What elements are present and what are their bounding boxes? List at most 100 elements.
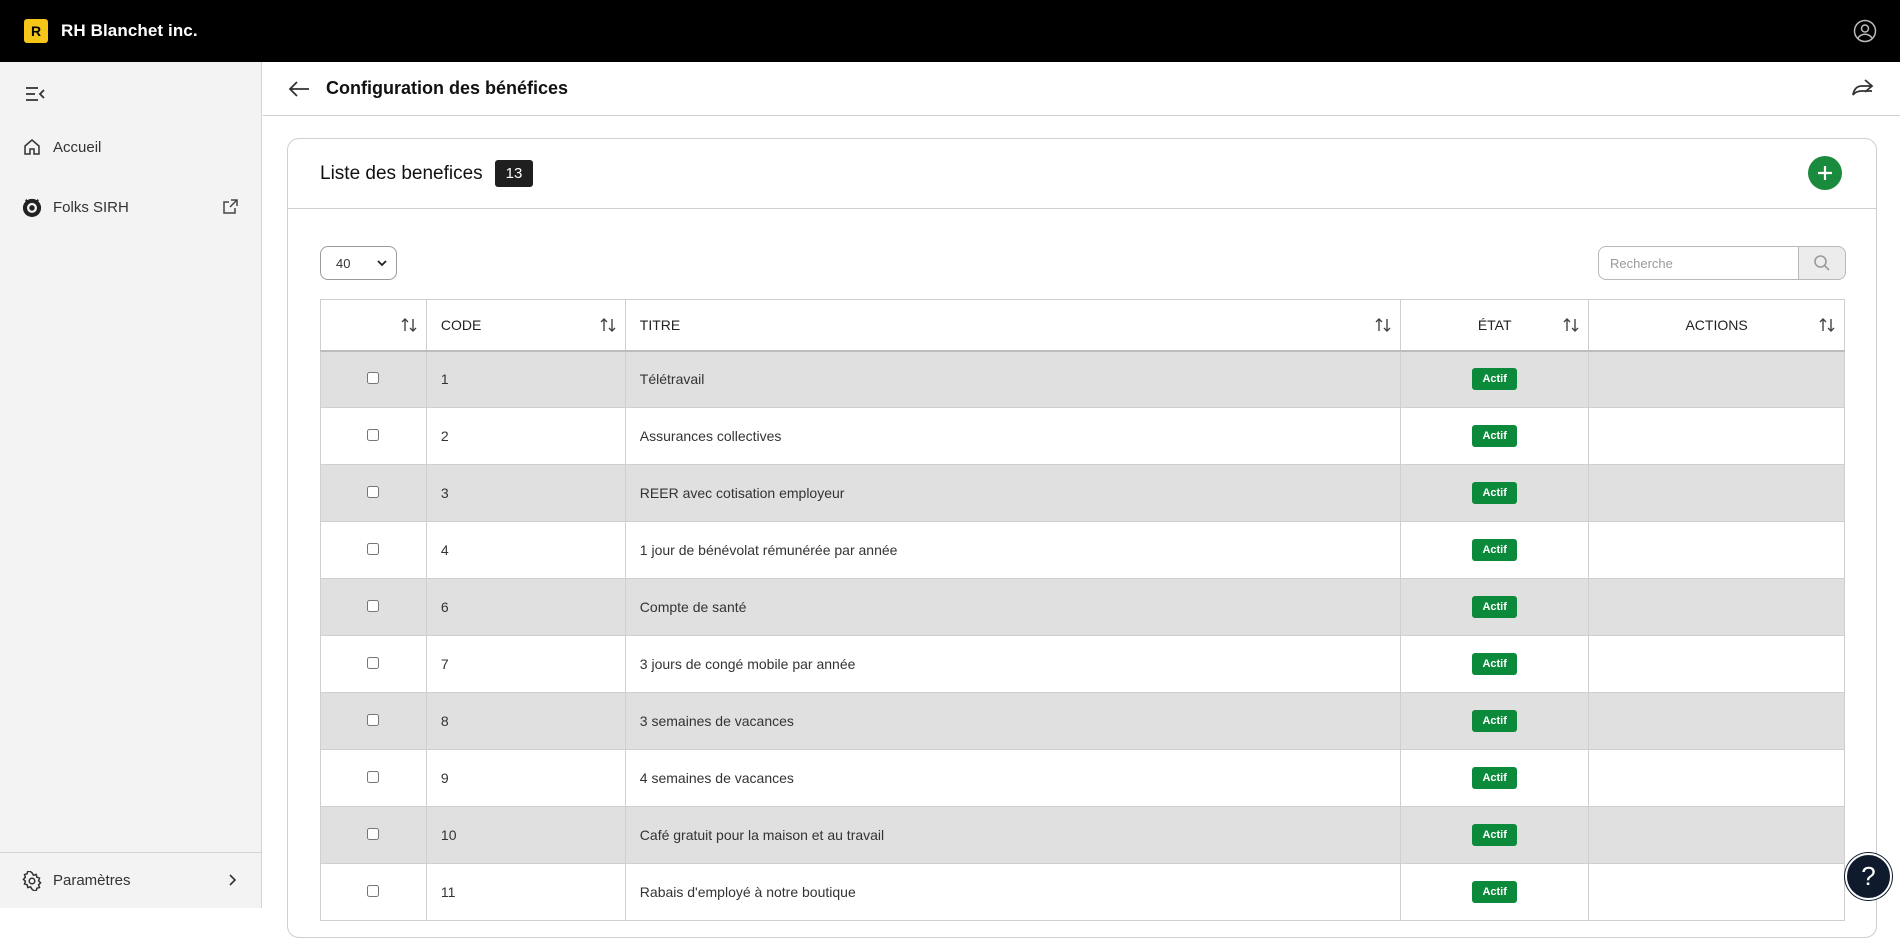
row-checkbox[interactable]: [367, 714, 380, 726]
main-content: Configuration des bénéfices Liste des be…: [263, 62, 1900, 938]
cell-titre: Café gratuit pour la maison et au travai…: [625, 806, 1402, 864]
table-header-row: CODE TITRE ÉTAT ACTIONS: [320, 299, 1845, 352]
row-checkbox[interactable]: [367, 372, 380, 385]
table-row[interactable]: 3 REER avec cotisation employeur Actif: [320, 464, 1845, 522]
column-header-titre[interactable]: TITRE: [625, 299, 1402, 352]
chevron-down-icon: [377, 260, 387, 267]
search-icon: [1814, 255, 1830, 271]
sidebar-item-parametres[interactable]: Paramètres: [0, 852, 261, 908]
top-bar: R RH Blanchet inc.: [0, 0, 1900, 62]
row-checkbox[interactable]: [367, 429, 380, 441]
cell-actions: [1588, 692, 1845, 750]
benefits-table: CODE TITRE ÉTAT ACTIONS 1 Télétravail Ac…: [320, 299, 1845, 921]
cell-titre: Compte de santé: [625, 578, 1402, 636]
table-row[interactable]: 10 Café gratuit pour la maison et au tra…: [320, 806, 1845, 864]
sort-icon[interactable]: [1818, 317, 1836, 333]
row-checkbox[interactable]: [367, 600, 380, 612]
cell-code: 1: [426, 350, 626, 408]
cell-actions: [1588, 635, 1845, 693]
folks-logo-icon: [22, 198, 42, 217]
cell-code: 2: [426, 407, 626, 465]
home-icon: [24, 139, 40, 155]
sort-icon[interactable]: [599, 317, 617, 333]
brand-logo[interactable]: R: [24, 19, 48, 43]
table-controls: 40: [288, 209, 1876, 299]
column-header-code[interactable]: CODE: [426, 299, 626, 352]
benefits-card: Liste des benefices 13 40 Recherche CODE…: [287, 138, 1877, 938]
cell-code: 10: [426, 806, 626, 864]
status-badge: Actif: [1472, 653, 1517, 675]
cell-titre: Assurances collectives: [625, 407, 1402, 465]
cell-titre: Rabais d'employé à notre boutique: [625, 863, 1402, 921]
table-row[interactable]: 8 3 semaines de vacances Actif: [320, 692, 1845, 750]
table-row[interactable]: 7 3 jours de congé mobile par année Acti…: [320, 635, 1845, 693]
page-header: Configuration des bénéfices: [263, 62, 1900, 116]
sidebar: Accueil Folks SIRH Paramètres: [0, 62, 262, 908]
row-checkbox[interactable]: [367, 657, 380, 669]
status-badge: Actif: [1472, 824, 1517, 846]
cell-actions: [1588, 749, 1845, 807]
page-size-value: 40: [336, 255, 351, 271]
row-checkbox[interactable]: [367, 885, 380, 897]
row-checkbox[interactable]: [367, 543, 380, 555]
sidebar-item-label: Accueil: [53, 138, 102, 156]
sort-icon[interactable]: [1374, 317, 1392, 333]
arrow-left-icon[interactable]: [287, 79, 311, 99]
status-badge: Actif: [1472, 482, 1517, 504]
cell-code: 8: [426, 692, 626, 750]
table-row[interactable]: 1 Télétravail Actif: [320, 350, 1845, 408]
column-header-actions[interactable]: ACTIONS: [1588, 299, 1845, 352]
cell-actions: [1588, 407, 1845, 465]
count-badge: 13: [494, 160, 534, 187]
cell-titre: 1 jour de bénévolat rémunérée par année: [625, 521, 1402, 579]
brand-name[interactable]: RH Blanchet inc.: [61, 21, 198, 41]
sidebar-item-accueil[interactable]: Accueil: [0, 127, 261, 167]
cell-actions: [1588, 464, 1845, 522]
cell-actions: [1588, 521, 1845, 579]
status-badge: Actif: [1472, 425, 1517, 447]
row-checkbox[interactable]: [367, 486, 380, 498]
cell-code: 7: [426, 635, 626, 693]
external-link-icon[interactable]: [222, 198, 239, 215]
search-input[interactable]: [1598, 246, 1798, 280]
share-icon[interactable]: [1850, 76, 1876, 100]
cell-actions: [1588, 578, 1845, 636]
column-header-etat[interactable]: ÉTAT: [1400, 299, 1590, 352]
status-badge: Actif: [1472, 881, 1517, 903]
table-row[interactable]: 9 4 semaines de vacances Actif: [320, 749, 1845, 807]
card-header: Liste des benefices 13: [288, 139, 1876, 209]
page-size-select[interactable]: 40: [320, 246, 397, 280]
cell-actions: [1588, 350, 1845, 408]
column-header-select[interactable]: [320, 299, 427, 352]
table-row[interactable]: 11 Rabais d'employé à notre boutique Act…: [320, 863, 1845, 921]
search-button[interactable]: [1798, 246, 1846, 280]
help-button[interactable]: ?: [1845, 853, 1892, 900]
row-checkbox[interactable]: [367, 771, 380, 783]
status-badge: Actif: [1472, 368, 1517, 391]
status-badge: Actif: [1472, 596, 1517, 618]
cell-titre: Télétravail: [625, 350, 1402, 408]
status-badge: Actif: [1472, 710, 1517, 732]
sidebar-item-label: Paramètres: [53, 872, 131, 889]
table-row[interactable]: 4 1 jour de bénévolat rémunérée par anné…: [320, 521, 1845, 579]
table-row[interactable]: 6 Compte de santé Actif: [320, 578, 1845, 636]
cell-code: 3: [426, 464, 626, 522]
add-benefit-button[interactable]: [1808, 156, 1842, 190]
help-icon: ?: [1861, 861, 1876, 891]
plus-icon: [1818, 166, 1832, 180]
status-badge: Actif: [1472, 539, 1517, 561]
sort-icon[interactable]: [1562, 317, 1580, 333]
cell-titre: REER avec cotisation employeur: [625, 464, 1402, 522]
cell-code: 11: [426, 863, 626, 921]
user-circle-icon[interactable]: [1853, 19, 1877, 43]
row-checkbox[interactable]: [367, 828, 380, 840]
cell-code: 4: [426, 521, 626, 579]
sort-icon[interactable]: [400, 317, 418, 333]
sidebar-item-folks-sirh[interactable]: Folks SIRH: [0, 187, 261, 227]
table-row[interactable]: 2 Assurances collectives Actif: [320, 407, 1845, 465]
cell-titre: 3 jours de congé mobile par année: [625, 635, 1402, 693]
collapse-menu-icon[interactable]: [24, 84, 46, 104]
card-title: Liste des benefices: [320, 162, 483, 184]
gear-icon: [22, 870, 42, 891]
search-group: [1598, 246, 1846, 280]
